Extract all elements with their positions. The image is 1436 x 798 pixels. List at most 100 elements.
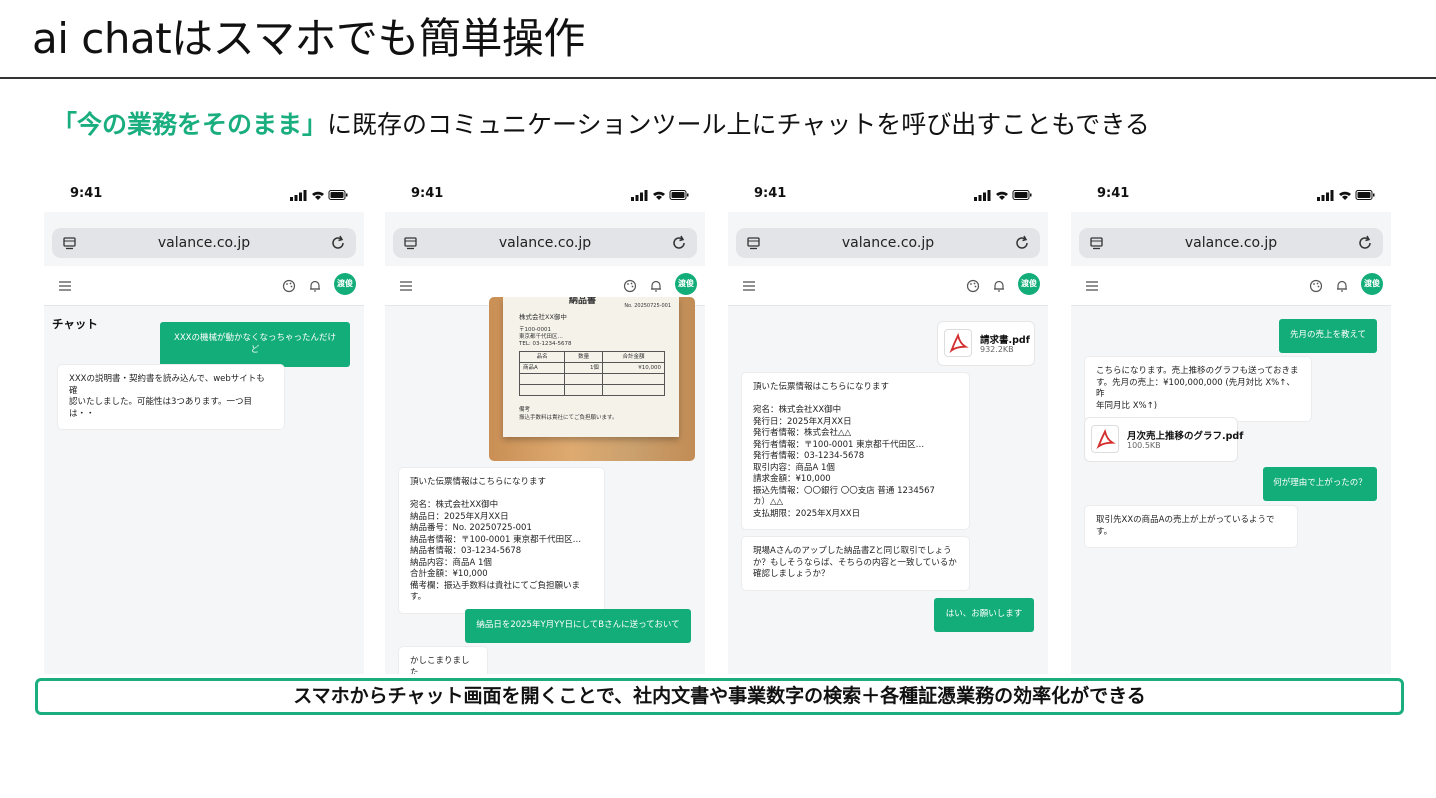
reload-icon[interactable]	[330, 235, 346, 251]
hamburger-menu-icon[interactable]	[58, 280, 72, 292]
user-avatar[interactable]: 渡俊	[1361, 273, 1383, 295]
address-bar[interactable]: valance.co.jp	[52, 228, 356, 258]
pdf-file-icon	[944, 329, 972, 357]
pdf-attachment[interactable]: 月次売上推移のグラフ.pdf 100.5KB	[1085, 418, 1243, 461]
url-text[interactable]: valance.co.jp	[393, 235, 697, 251]
status-icons	[631, 190, 689, 201]
pdf-attachment[interactable]: 請求書.pdf 932.2KB	[938, 322, 1034, 365]
url-text[interactable]: valance.co.jp	[736, 235, 1040, 251]
receipt-cell: 1個	[564, 362, 603, 374]
user-message: 何が理由で上がったの？	[1263, 467, 1377, 501]
receipt-note-heading: 備考	[519, 407, 531, 413]
bot-message: 頂いた伝票情報はこちらになります 宛名：株式会社XX御中 納品日：2025年X月…	[399, 468, 604, 613]
slide-title: ai chatはスマホでも簡単操作	[32, 14, 585, 63]
slide-subtitle: 「今の業務をそのまま」に既存のコミュニケーションツール上にチャットを呼び出すこと…	[52, 108, 1150, 142]
receipt-cell	[564, 373, 603, 385]
browser-screen: valance.co.jp 渡俊 納品書 No. 20250725-001 株式…	[385, 212, 705, 674]
hamburger-menu-icon[interactable]	[742, 280, 756, 292]
uploaded-receipt-photo[interactable]: 納品書 No. 20250725-001 株式会社XX御中 〒100-0001 …	[489, 297, 695, 461]
phone-screenshot-3: 9:41 valance.co.jp 渡俊 請求書.pdf 932.2KB 頂い…	[728, 180, 1048, 674]
status-time: 9:41	[70, 186, 103, 201]
phone-screenshot-1: 9:41 valance.co.jp 渡俊 チャット XXXの機械が動かなくなっ…	[44, 180, 364, 674]
bell-icon[interactable]	[649, 279, 663, 293]
receipt-number: No. 20250725-001	[624, 303, 671, 309]
receipt-cell	[601, 384, 666, 396]
status-bar: 9:41	[1071, 180, 1391, 210]
app-header: 渡俊	[1071, 266, 1391, 306]
receipt-cell	[518, 373, 566, 385]
status-time: 9:41	[411, 186, 444, 201]
receipt-addressee: 株式会社XX御中	[519, 313, 567, 321]
attachment-size: 100.5KB	[1127, 441, 1161, 450]
receipt-header-total: 合計金額	[601, 351, 666, 363]
bot-message: 頂いた伝票情報はこちらになります 宛名：株式会社XX御中 発行日：2025年X月…	[742, 373, 969, 529]
attachment-name: 月次売上推移のグラフ.pdf	[1127, 431, 1244, 442]
receipt-note: 振込手数料は貴社にてご負担願います。	[519, 415, 618, 421]
status-time: 9:41	[1097, 186, 1130, 201]
subtitle-highlight: 「今の業務をそのまま」	[52, 110, 328, 139]
bell-icon[interactable]	[1335, 279, 1349, 293]
palette-icon[interactable]	[623, 279, 637, 293]
bot-message: かしこまりました	[399, 647, 487, 674]
url-text[interactable]: valance.co.jp	[52, 235, 356, 251]
address-bar[interactable]: valance.co.jp	[393, 228, 697, 258]
attachment-size: 932.2KB	[980, 345, 1014, 354]
status-time: 9:41	[754, 186, 787, 201]
user-message: XXXの機械が動かなくなっちゃったんだけど	[160, 322, 350, 367]
user-avatar[interactable]: 渡俊	[1018, 273, 1040, 295]
phone-screenshot-4: 9:41 valance.co.jp 渡俊 先月の売上を教えて こちらになります…	[1071, 180, 1391, 674]
summary-callout: スマホからチャット画面を開くことで、社内文書や事業数字の検索＋各種証憑業務の効率…	[35, 678, 1404, 715]
app-header: 渡俊	[44, 266, 364, 306]
chat-area: 先月の売上を教えて こちらになります。売上推移のグラフも送っておきま す。先月の…	[1071, 307, 1391, 674]
browser-screen: valance.co.jp 渡俊 請求書.pdf 932.2KB 頂いた伝票情報…	[728, 212, 1048, 674]
status-icons	[1317, 190, 1375, 201]
user-avatar[interactable]: 渡俊	[334, 273, 356, 295]
reload-icon[interactable]	[671, 235, 687, 251]
title-divider	[0, 77, 1436, 79]
receipt-header-item: 品名	[518, 351, 566, 363]
user-message: 納品日を2025年Y月YY日にしてBさんに送っておいて	[465, 609, 691, 643]
subtitle-text: に既存のコミュニケーションツール上にチャットを呼び出すこともできる	[327, 110, 1150, 139]
address-bar[interactable]: valance.co.jp	[1079, 228, 1383, 258]
bell-icon[interactable]	[308, 279, 322, 293]
palette-icon[interactable]	[282, 279, 296, 293]
chat-area: チャット XXXの機械が動かなくなっちゃったんだけど XXXの説明書・契約書を読…	[44, 307, 364, 674]
address-bar[interactable]: valance.co.jp	[736, 228, 1040, 258]
palette-icon[interactable]	[966, 279, 980, 293]
reload-icon[interactable]	[1357, 235, 1373, 251]
receipt-cell	[601, 373, 666, 385]
delivery-slip: 納品書 No. 20250725-001 株式会社XX御中 〒100-0001 …	[503, 297, 679, 437]
receipt-cell: ¥10,000	[601, 362, 666, 374]
bot-message: 現場Aさんのアップした納品書Zと同じ取引でしょう か？もしそうならば、そちらの内…	[742, 537, 969, 590]
reload-icon[interactable]	[1014, 235, 1030, 251]
phone-screenshot-2: 9:41 valance.co.jp 渡俊 納品書 No. 20250725-0…	[385, 180, 705, 674]
user-message: 先月の売上を教えて	[1279, 319, 1377, 353]
receipt-cell	[518, 384, 566, 396]
user-avatar[interactable]: 渡俊	[675, 273, 697, 295]
palette-icon[interactable]	[1309, 279, 1323, 293]
receipt-header-qty: 数量	[564, 351, 603, 363]
hamburger-menu-icon[interactable]	[1085, 280, 1099, 292]
pdf-file-icon	[1091, 425, 1119, 453]
user-message: はい、お願いします	[934, 598, 1034, 632]
url-text[interactable]: valance.co.jp	[1079, 235, 1383, 251]
attachment-name: 請求書.pdf	[980, 335, 1030, 346]
status-bar: 9:41	[728, 180, 1048, 210]
hamburger-menu-icon[interactable]	[399, 280, 413, 292]
receipt-table: 品名 数量 合計金額 商品A 1個 ¥10,000	[518, 351, 666, 396]
chat-area: 納品書 No. 20250725-001 株式会社XX御中 〒100-0001 …	[385, 297, 705, 674]
receipt-cell	[564, 384, 603, 396]
bot-message: XXXの説明書・契約書を読み込んで、webサイトも確 認いたしました。可能性は3…	[58, 365, 284, 429]
receipt-address: 〒100-0001 東京都千代田区… TEL: 03-1234-5678	[519, 327, 572, 347]
bot-message: 取引先XXの商品Aの売上が上がっているようです。	[1085, 506, 1297, 547]
status-bar: 9:41	[385, 180, 705, 210]
app-header: 渡俊	[728, 266, 1048, 306]
page-title: チャット	[52, 317, 98, 331]
chat-area: 請求書.pdf 932.2KB 頂いた伝票情報はこちらになります 宛名：株式会社…	[728, 307, 1048, 674]
bot-message: こちらになります。売上推移のグラフも送っておきま す。先月の売上：¥100,00…	[1085, 357, 1311, 421]
bell-icon[interactable]	[992, 279, 1006, 293]
receipt-title: 納品書	[569, 297, 597, 306]
browser-screen: valance.co.jp 渡俊 チャット XXXの機械が動かなくなっちゃったん…	[44, 212, 364, 674]
receipt-cell: 商品A	[518, 362, 566, 374]
status-icons	[974, 190, 1032, 201]
